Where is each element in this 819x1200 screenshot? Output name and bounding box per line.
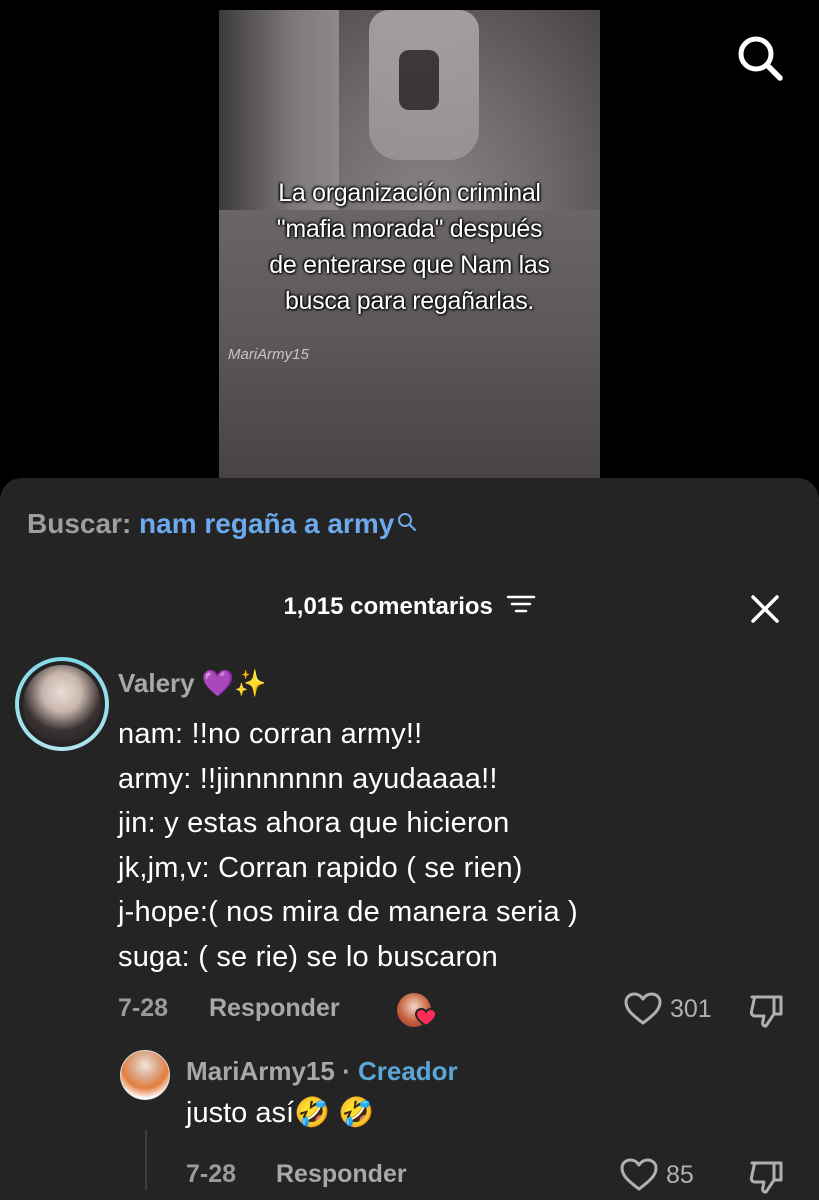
- comments-count-label: 1,015 comentarios: [283, 593, 493, 620]
- comment-like-count: 301: [670, 995, 712, 1023]
- video-watermark: MariArmy15: [228, 346, 309, 363]
- reply-reply-button[interactable]: Responder: [276, 1160, 407, 1189]
- comment-date: 7-28: [118, 994, 169, 1022]
- filter-icon[interactable]: [506, 593, 536, 622]
- thread-line: [145, 1130, 147, 1190]
- comment-author[interactable]: Valery 💜✨: [118, 668, 267, 699]
- creator-liked-heart-icon: [414, 1007, 438, 1033]
- reply-date: 7-28: [186, 1160, 237, 1188]
- reply-author-name[interactable]: MariArmy15: [186, 1056, 335, 1086]
- reply-dislike-icon[interactable]: [748, 1158, 786, 1200]
- comments-header: 1,015 comentarios: [0, 593, 819, 622]
- video-caption: La organización criminal "mafia morada" …: [269, 179, 550, 315]
- comment-text: nam: !!no corran army!! army: !!jinnnnnn…: [118, 718, 578, 973]
- search-label: Buscar:: [27, 508, 132, 539]
- reply-separator: ·: [334, 1056, 358, 1086]
- search-icon[interactable]: [735, 33, 785, 83]
- creator-badge: Creador: [357, 1056, 458, 1086]
- reply-author[interactable]: MariArmy15 · Creador: [186, 1056, 458, 1087]
- close-icon[interactable]: [747, 591, 783, 627]
- dislike-icon[interactable]: [748, 992, 786, 1035]
- creator-avatar[interactable]: [120, 1050, 170, 1100]
- related-search[interactable]: Buscar: nam regaña a army: [27, 508, 418, 540]
- video-person-shadow: [399, 50, 439, 110]
- reply-like-count: 85: [666, 1161, 694, 1189]
- like-heart-icon[interactable]: [624, 992, 662, 1031]
- comment-reply-button[interactable]: Responder: [209, 994, 340, 1023]
- avatar-image: [23, 665, 101, 743]
- reply-like-heart-icon[interactable]: [620, 1158, 658, 1197]
- reply-text: justo así🤣 🤣: [186, 1097, 375, 1129]
- video-preview[interactable]: La organización criminal "mafia morada" …: [219, 10, 600, 480]
- search-small-icon: [396, 508, 418, 540]
- commenter-avatar[interactable]: [15, 657, 109, 751]
- search-query-link[interactable]: nam regaña a army: [139, 508, 394, 539]
